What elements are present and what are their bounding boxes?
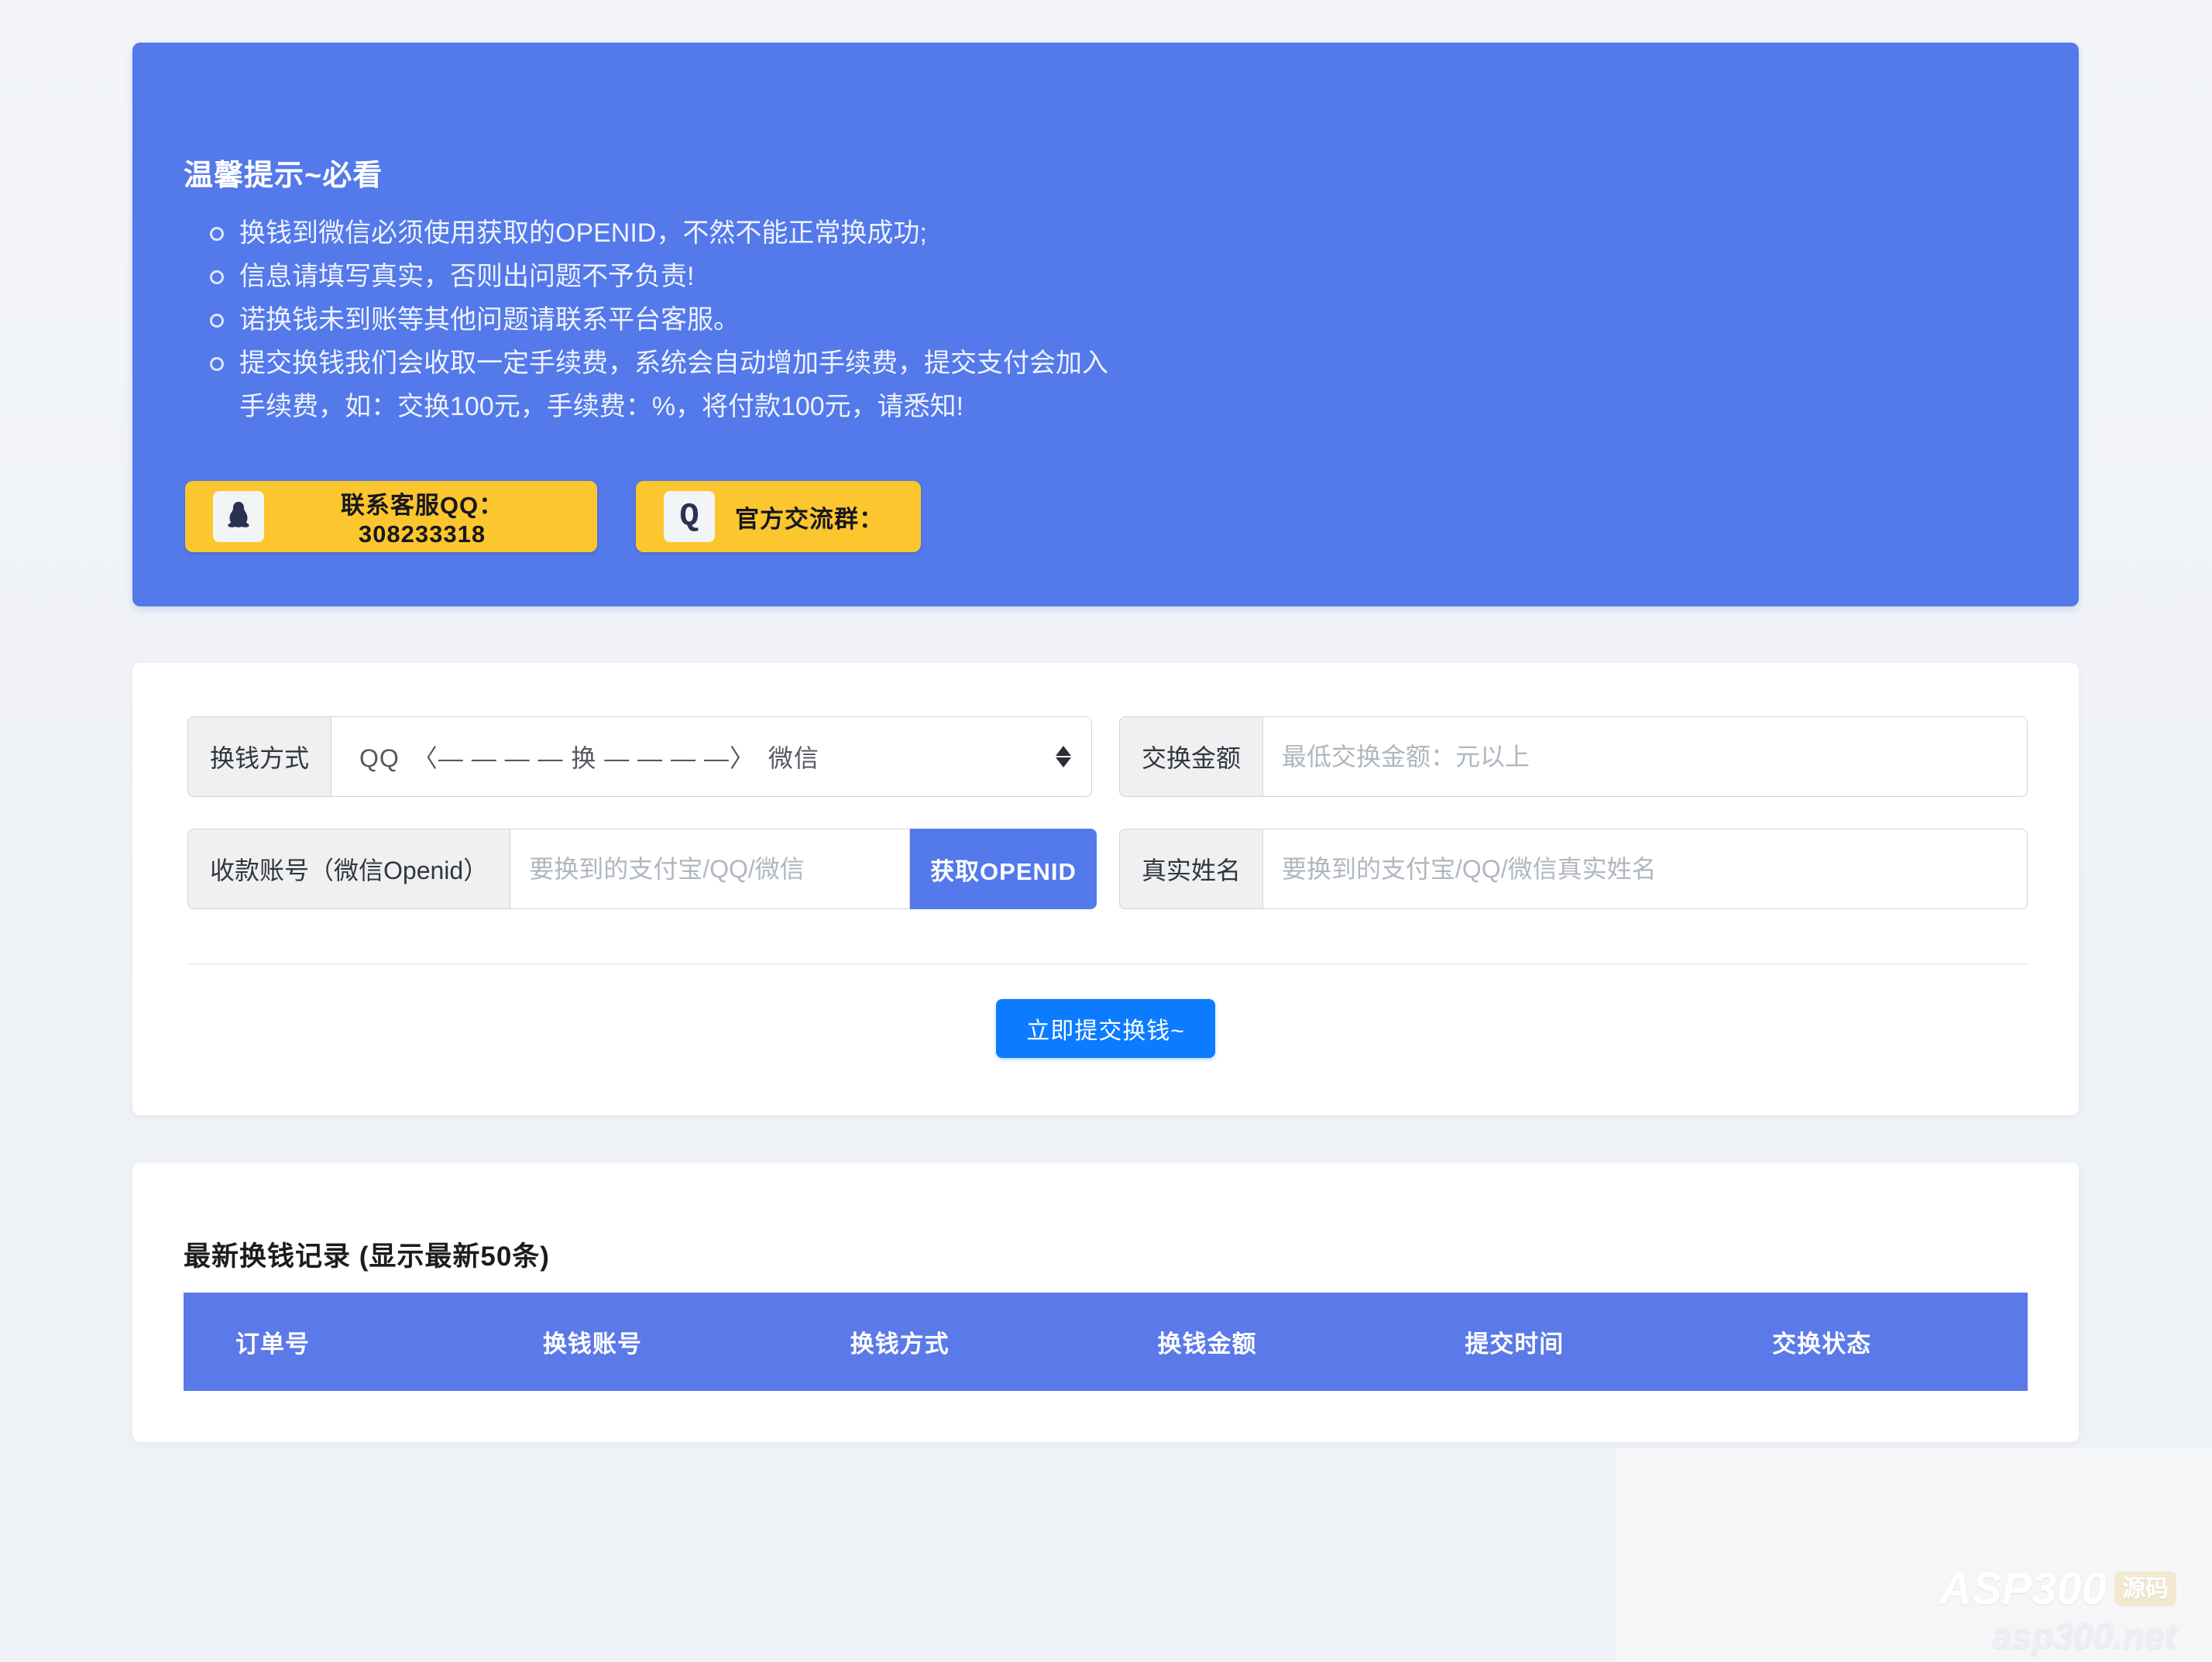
notice-bullet-list: 换钱到微信必须使用获取的OPENID，不然不能正常换成功; 信息请填写真实，否则… — [210, 211, 1124, 428]
watermark-tag: 源码 — [2114, 1571, 2176, 1606]
watermark-brand: ASP300 — [1939, 1564, 2107, 1614]
contact-service-qq-button[interactable]: 联系客服QQ：308233318 — [185, 481, 597, 552]
receive-account-group: 收款账号（微信Openid） 获取OPENID — [187, 829, 1097, 909]
notice-bullet: 换钱到微信必须使用获取的OPENID，不然不能正常换成功; — [210, 211, 1124, 255]
real-name-label: 真实姓名 — [1119, 829, 1262, 909]
exchange-method-selected-value: QQ 〈— — — — 换 — — — —〉 微信 — [331, 739, 866, 774]
records-col-method: 换钱方式 — [799, 1324, 1106, 1359]
contact-service-qq-label: 联系客服QQ：308233318 — [264, 486, 592, 548]
records-table-header: 订单号 换钱账号 换钱方式 换钱金额 提交时间 交换状态 — [184, 1293, 2028, 1391]
exchange-amount-input[interactable] — [1263, 717, 2027, 796]
exchange-method-label: 换钱方式 — [187, 716, 331, 797]
group-q-icon: Q — [664, 491, 715, 542]
asp300-watermark: ASP300 源码 asp300.net — [1939, 1564, 2176, 1656]
receive-account-label: 收款账号（微信Openid） — [187, 829, 510, 909]
qq-penguin-icon — [213, 491, 264, 542]
get-openid-button[interactable]: 获取OPENID — [910, 829, 1097, 909]
records-col-status: 交换状态 — [1720, 1324, 2028, 1359]
select-updown-icon — [1056, 746, 1071, 767]
records-col-amount: 换钱金额 — [1105, 1324, 1413, 1359]
receive-account-field-wrap — [510, 829, 910, 909]
exchange-amount-group: 交换金额 — [1119, 716, 2028, 797]
official-group-button[interactable]: Q 官方交流群： — [636, 481, 921, 552]
form-divider — [187, 963, 2028, 965]
records-col-submit-time: 提交时间 — [1413, 1324, 1720, 1359]
page-background: 温馨提示~必看 换钱到微信必须使用获取的OPENID，不然不能正常换成功; 信息… — [0, 0, 2212, 1662]
records-col-account: 换钱账号 — [491, 1324, 799, 1359]
notice-bullet: 诺换钱未到账等其他问题请联系平台客服。 — [210, 298, 1124, 342]
watermark-site: asp300.net — [1939, 1616, 2176, 1656]
official-group-label: 官方交流群： — [715, 500, 916, 534]
exchange-amount-field-wrap — [1262, 716, 2028, 797]
records-title: 最新换钱记录 (显示最新50条) — [184, 1234, 550, 1274]
bottom-right-panel: ASP300 源码 asp300.net — [1615, 1447, 2212, 1662]
notice-buttons-row: 联系客服QQ：308233318 Q 官方交流群： — [185, 481, 921, 552]
real-name-field-wrap — [1262, 829, 2028, 909]
latest-records-card: 最新换钱记录 (显示最新50条) 订单号 换钱账号 换钱方式 换钱金额 提交时间… — [132, 1162, 2079, 1442]
real-name-group: 真实姓名 — [1119, 829, 2028, 909]
exchange-amount-label: 交换金额 — [1119, 716, 1262, 797]
receive-account-input[interactable] — [510, 829, 909, 908]
notice-bullet: 信息请填写真实，否则出问题不予负责! — [210, 255, 1124, 298]
submit-exchange-button[interactable]: 立即提交换钱~ — [996, 999, 1215, 1058]
exchange-method-group: 换钱方式 QQ 〈— — — — 换 — — — —〉 微信 — [187, 716, 1092, 797]
notice-banner: 温馨提示~必看 换钱到微信必须使用获取的OPENID，不然不能正常换成功; 信息… — [132, 43, 2079, 606]
notice-bullet: 提交换钱我们会收取一定手续费，系统会自动增加手续费，提交支付会加入手续费，如：交… — [210, 342, 1124, 428]
real-name-input[interactable] — [1263, 829, 2027, 908]
exchange-form-card: 换钱方式 QQ 〈— — — — 换 — — — —〉 微信 交换金额 收款账号… — [132, 663, 2079, 1115]
notice-title: 温馨提示~必看 — [184, 151, 383, 194]
records-col-order-no: 订单号 — [184, 1324, 491, 1359]
exchange-method-select[interactable]: QQ 〈— — — — 换 — — — —〉 微信 — [331, 716, 1092, 797]
